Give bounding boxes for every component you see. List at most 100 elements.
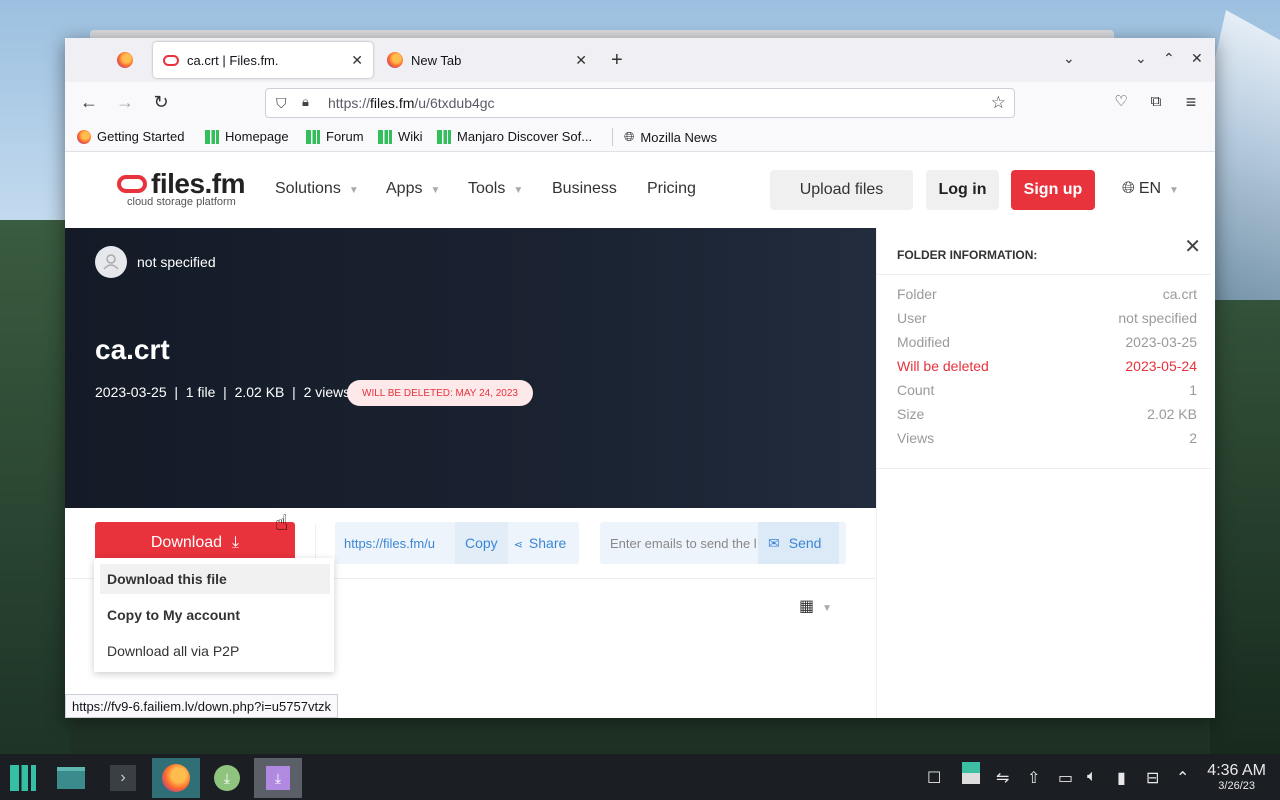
tab-label: New Tab [411, 52, 462, 68]
expand-tray-icon[interactable]: ⌃ [1176, 768, 1189, 788]
maximize-icon[interactable]: ⌃ [1163, 50, 1175, 67]
bookmark-forum[interactable]: Forum [306, 129, 364, 144]
manjaro-menu-icon[interactable] [0, 758, 46, 798]
nav-pricing[interactable]: Pricing [647, 180, 696, 198]
list-all-tabs-icon[interactable]: ⌄ [1063, 50, 1075, 67]
back-icon[interactable]: ← [75, 90, 103, 114]
console-icon[interactable]: ▭ [1058, 768, 1073, 788]
info-row-count: Count 1 [897, 382, 1197, 398]
owner-name: not specified [137, 254, 216, 270]
installer-icon[interactable]: ⤓ [254, 758, 302, 798]
terminal-icon[interactable]: › [100, 758, 146, 798]
close-window-icon[interactable]: ✕ [1191, 50, 1203, 67]
menu-item-download-via-p2p[interactable]: Download all via P2P [100, 636, 330, 666]
share-link-input[interactable]: https://files.fm/u [335, 536, 445, 551]
info-row-will-be-deleted: Will be deleted 2023-05-24 [897, 358, 1197, 374]
shield-icon[interactable]: ⛉ [276, 95, 287, 112]
menu-item-download-this-file[interactable]: Download this file [100, 564, 330, 594]
update-icon[interactable]: ⇧ [1027, 768, 1040, 788]
file-manager-icon[interactable] [48, 758, 94, 798]
menu-icon[interactable]: ≡ [1177, 90, 1205, 114]
firefox-icon [387, 52, 403, 68]
firefox-taskbar-icon[interactable] [152, 758, 200, 798]
bookmark-homepage[interactable]: Homepage [205, 129, 289, 144]
tab-new-tab[interactable]: New Tab ✕ [377, 42, 597, 78]
status-bar-link: https://fv9-6.failiem.lv/down.php?i=u575… [65, 694, 339, 718]
info-row-size: Size 2.02 KB [897, 406, 1197, 422]
language-selector[interactable]: 🌐︎ EN ▼ [1122, 180, 1179, 198]
tab-bar: ca.crt | Files.fm. ✕ New Tab ✕ + ⌄ ⌄ ⌃ ✕ [65, 38, 1215, 82]
caret-down-icon: ▼ [513, 185, 524, 196]
wallpaper-trees-left [0, 220, 70, 760]
manjaro-icon [306, 129, 320, 144]
info-value: 1 [1189, 382, 1197, 398]
info-row-modified: Modified 2023-03-25 [897, 334, 1197, 350]
language-label: EN [1138, 180, 1162, 197]
bookmark-star-icon[interactable]: ☆ [991, 93, 1006, 113]
bookmark-separator [612, 128, 613, 146]
nav-apps[interactable]: Apps ▼ [386, 180, 440, 198]
clock-time: 4:36 AM [1207, 762, 1266, 779]
cloud-logo-icon [117, 175, 147, 193]
info-label: Modified [897, 334, 950, 350]
firefox-view-tab[interactable] [105, 42, 145, 78]
nav-tools[interactable]: Tools ▼ [468, 180, 523, 198]
deletion-badge: WILL BE DELETED: MAY 24, 2023 [347, 380, 533, 406]
menu-item-copy-to-my-account[interactable]: Copy to My account [100, 600, 330, 630]
upload-files-button[interactable]: Upload files [770, 170, 913, 210]
display-icon[interactable] [962, 762, 980, 784]
email-input[interactable]: Enter emails to send the l [600, 536, 758, 551]
info-row-folder: Folder ca.crt [897, 286, 1197, 302]
send-button[interactable]: ✉ Send [758, 522, 840, 564]
signup-button[interactable]: Sign up [1011, 170, 1095, 210]
clock-date: 3/26/23 [1218, 780, 1255, 792]
show-desktop-icon[interactable]: ☐ [927, 768, 941, 788]
close-tab-icon[interactable]: ✕ [351, 52, 363, 69]
email-share-box: Enter emails to send the l ✉ Send [600, 522, 846, 564]
new-tab-button[interactable]: + [611, 49, 623, 72]
reload-icon[interactable]: ↻ [147, 90, 175, 114]
software-updates-icon[interactable]: ⤓ [204, 758, 250, 798]
bookmark-mozilla-news[interactable]: 🌐︎ Mozilla News [624, 129, 717, 145]
browser-window: ca.crt | Files.fm. ✕ New Tab ✕ + ⌄ ⌄ ⌃ ✕… [65, 38, 1215, 718]
manjaro-icon [437, 129, 451, 144]
copy-button[interactable]: Copy [455, 522, 508, 564]
tab-label: ca.crt | Files.fm. [187, 52, 279, 68]
globe-icon: 🌐︎ [1122, 180, 1135, 197]
logo-tagline: cloud storage platform [127, 196, 236, 208]
clock[interactable]: 4:36 AM 3/26/23 [1207, 762, 1266, 792]
bookmark-manjaro-discover[interactable]: Manjaro Discover Sof... [437, 129, 592, 144]
close-panel-icon[interactable]: ✕ [1184, 234, 1201, 259]
firefox-icon [117, 52, 133, 68]
info-value: ca.crt [1162, 286, 1197, 302]
kde-connect-icon[interactable]: ⇋ [996, 768, 1009, 788]
forward-icon[interactable]: → [111, 90, 139, 114]
lock-icon[interactable]: 🔒︎ [302, 94, 309, 110]
pocket-icon[interactable]: ♡ [1107, 90, 1135, 114]
info-label: Folder [897, 286, 937, 302]
nav-business[interactable]: Business [552, 180, 617, 198]
info-value: not specified [1118, 310, 1197, 326]
share-button[interactable]: ⋖ Share [514, 535, 567, 551]
login-button[interactable]: Log in [926, 170, 999, 210]
bookmark-wiki[interactable]: Wiki [378, 129, 423, 144]
bookmark-getting-started[interactable]: Getting Started [77, 129, 184, 144]
manjaro-icon [378, 129, 392, 144]
extensions-icon[interactable]: ⧉ [1142, 90, 1170, 114]
hand-cursor-icon: ☝ [275, 510, 289, 535]
volume-icon[interactable]: 🔈︎ [1087, 768, 1097, 786]
info-label: Size [897, 406, 925, 422]
close-tab-icon[interactable]: ✕ [575, 52, 587, 69]
caret-down-icon: ▼ [430, 185, 441, 196]
site-header: files.fm cloud storage platform Solution… [65, 152, 1211, 228]
nav-solutions[interactable]: Solutions ▼ [275, 180, 359, 198]
network-icon[interactable]: ⊟ [1146, 768, 1159, 788]
grid-view-icon[interactable]: ▦ ▼ [799, 596, 832, 616]
minimize-icon[interactable]: ⌄ [1135, 50, 1147, 67]
tab-files-fm[interactable]: ca.crt | Files.fm. ✕ [153, 42, 373, 78]
nav-label: Tools [468, 180, 506, 197]
url-bar[interactable]: ⛉ 🔒︎ https://files.fm/u/6txdub4gc ☆ [265, 88, 1015, 118]
info-value: 2.02 KB [1147, 406, 1197, 422]
battery-icon[interactable]: ▮ [1117, 768, 1126, 788]
files-fm-logo[interactable]: files.fm cloud storage platform [117, 168, 246, 208]
